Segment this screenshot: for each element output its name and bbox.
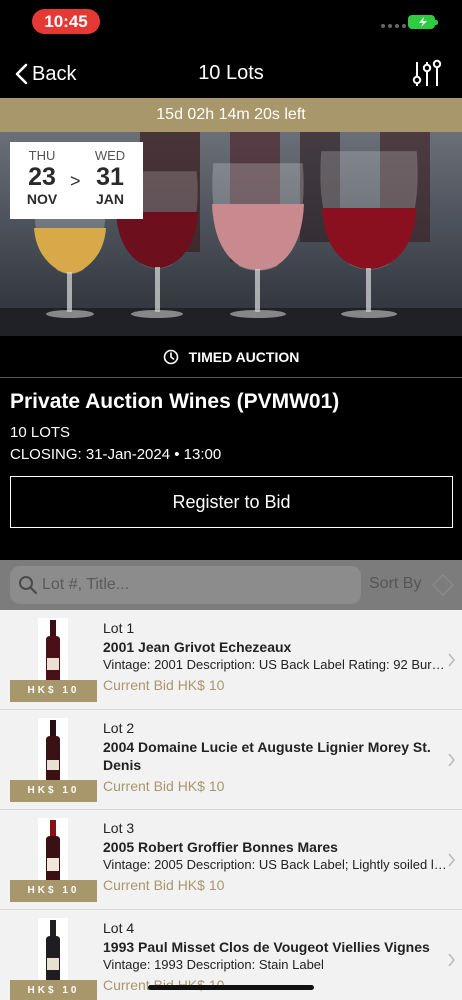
lot-description: Vintage: 2001 Description: US Back Label…	[103, 657, 451, 672]
home-indicator[interactable]	[148, 985, 314, 990]
back-button[interactable]: Back	[14, 58, 76, 90]
auction-type-label: TIMED AUCTION	[0, 336, 462, 378]
chevron-right-icon	[448, 653, 456, 667]
end-month: JAN	[95, 191, 124, 207]
lot-thumbnail: HK$ 10	[10, 818, 97, 902]
auction-date-range: THU 23 NOV > WED 31 JAN	[10, 142, 143, 219]
date-separator: >	[70, 171, 81, 191]
sort-by-button[interactable]: Sort By	[369, 575, 421, 593]
start-day-of-week: THU	[28, 148, 56, 163]
search-sort-bar: Sort By	[0, 560, 462, 610]
lot-description: Vintage: 2005 Description: US Back Label…	[103, 857, 451, 872]
current-bid: Current Bid HK$ 10	[103, 877, 225, 893]
lot-thumbnail: HK$ 10	[10, 718, 97, 802]
lot-title: 1993 Paul Misset Clos de Vougeot Viellie…	[103, 939, 430, 955]
lot-title: 2001 Jean Grivot Echezeaux	[103, 639, 292, 655]
wine-bottle-icon	[46, 920, 60, 984]
lot-number: Lot 1	[103, 620, 135, 636]
search-icon	[19, 576, 38, 595]
end-day-of-week: WED	[94, 148, 126, 163]
chevron-right-icon	[448, 853, 456, 867]
hero-image: THU 23 NOV > WED 31 JAN	[0, 132, 462, 336]
price-tag: HK$ 10	[10, 780, 97, 802]
wine-bottle-icon	[46, 620, 60, 684]
price-tag: HK$ 10	[10, 680, 97, 702]
navigation-bar: Back 10 Lots	[0, 50, 462, 98]
chevron-right-icon	[448, 953, 456, 967]
lot-row[interactable]: HK$ 10 Lot 1 2001 Jean Grivot Echezeaux …	[0, 610, 462, 710]
lot-number: Lot 3	[103, 820, 135, 836]
filter-button[interactable]	[412, 58, 442, 90]
search-input[interactable]	[42, 566, 352, 604]
price-tag: HK$ 10	[10, 880, 97, 902]
countdown-banner: 15d 02h 14m 20s left	[0, 98, 462, 132]
auction-type-text: TIMED AUCTION	[188, 348, 300, 365]
start-date: THU 23 NOV	[17, 148, 67, 207]
lot-number: Lot 4	[103, 920, 135, 936]
current-bid: Current Bid HK$ 10	[103, 778, 225, 794]
auction-title: Private Auction Wines (PVMW01)	[10, 390, 340, 413]
back-label: Back	[32, 62, 77, 85]
wine-bottle-icon	[46, 820, 60, 884]
auction-lots-screen: 10:45 Back 10 Lots 15d 02h 14m 20s left	[0, 0, 462, 1000]
chevron-right-icon	[448, 753, 456, 767]
start-day: 23	[28, 163, 56, 191]
current-bid: Current Bid HK$ 10	[103, 677, 225, 693]
cellular-signal-icon	[381, 24, 406, 28]
search-field	[10, 566, 361, 604]
chevron-left-icon	[15, 63, 28, 85]
clock-icon	[163, 349, 178, 364]
lot-list: HK$ 10 Lot 1 2001 Jean Grivot Echezeaux …	[0, 610, 462, 1000]
lot-title: 2005 Robert Groffier Bonnes Mares	[103, 839, 338, 855]
lot-count: 10 LOTS	[10, 424, 71, 441]
battery-charging-icon	[408, 15, 438, 29]
lot-thumbnail: HK$ 10	[10, 618, 97, 702]
lot-number: Lot 2	[103, 720, 135, 736]
end-day: 31	[96, 163, 124, 191]
sort-diamond-icon[interactable]	[432, 574, 454, 596]
status-time: 10:45	[32, 9, 100, 34]
lot-title: 2004 Domaine Lucie et Auguste Lignier Mo…	[103, 739, 431, 773]
lot-description: Vintage: 1993 Description: Stain Label	[103, 957, 324, 972]
lot-thumbnail: HK$ 10	[10, 918, 97, 1000]
closing-time: CLOSING: 31-Jan-2024 • 13:00	[10, 446, 222, 463]
sliders-icon	[412, 59, 442, 86]
price-tag: HK$ 10	[10, 980, 97, 1000]
end-date: WED 31 JAN	[85, 148, 135, 207]
wine-bottle-icon	[46, 720, 60, 784]
status-bar: 10:45	[0, 0, 462, 44]
start-month: NOV	[26, 191, 58, 207]
lot-row[interactable]: HK$ 10 Lot 3 2005 Robert Groffier Bonnes…	[0, 810, 462, 910]
lot-row[interactable]: HK$ 10 Lot 2 2004 Domaine Lucie et Augus…	[0, 710, 462, 810]
register-to-bid-button[interactable]: Register to Bid	[10, 476, 453, 528]
